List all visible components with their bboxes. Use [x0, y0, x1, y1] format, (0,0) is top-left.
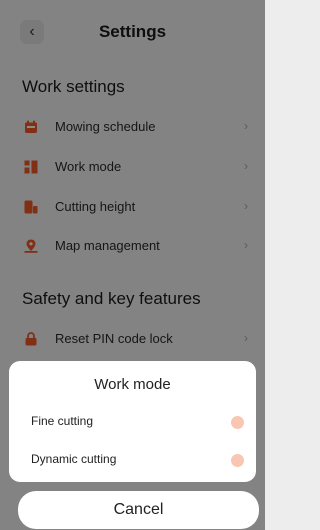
radio-button[interactable] [231, 416, 244, 429]
cancel-button[interactable]: Cancel [18, 491, 259, 529]
option-dynamic-cutting[interactable]: Dynamic cutting [9, 448, 256, 474]
sheet-title: Work mode [94, 376, 171, 393]
work-mode-sheet: Work mode Fine cutting Dynamic cutting [9, 361, 256, 482]
option-label: Dynamic cutting [31, 452, 117, 466]
radio-button[interactable] [231, 454, 244, 467]
option-label: Fine cutting [31, 414, 94, 428]
option-fine-cutting[interactable]: Fine cutting [9, 410, 256, 436]
